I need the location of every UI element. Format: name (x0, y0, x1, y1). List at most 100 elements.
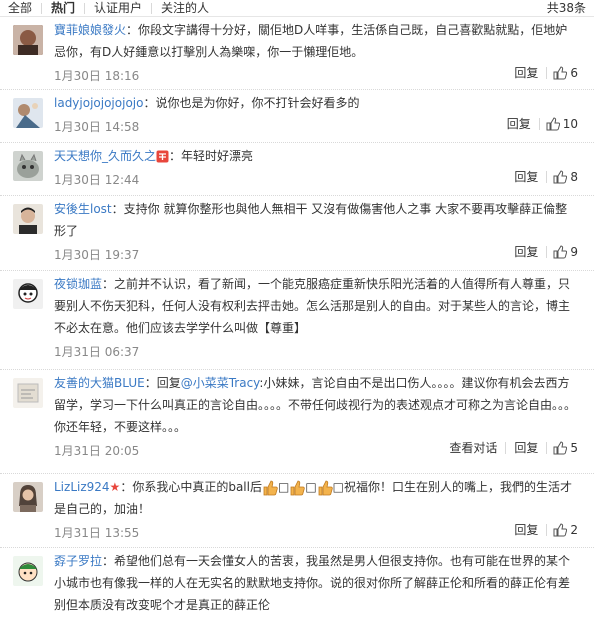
avatar[interactable] (13, 25, 43, 55)
thumbs-up-icon (553, 170, 568, 184)
like-count: 8 (570, 170, 578, 184)
avatar-image (13, 98, 43, 128)
avatar-image (13, 556, 43, 586)
comment-text: LizLiz924★：你系我心中真正的ball后 □ □ □祝福你！口生在别人的嘴上，… (54, 474, 578, 520)
colon: ： (102, 554, 115, 568)
timestamp: 1月30日 18:16 (54, 69, 140, 83)
like-button[interactable]: 6 (547, 66, 578, 80)
emoji-placeholder: □ (305, 480, 317, 494)
reply-button[interactable]: 回复 (506, 244, 546, 260)
username-link[interactable]: 夜锁珈蓝 (54, 277, 102, 291)
avatar[interactable] (13, 378, 43, 408)
username-link[interactable]: LizLiz924 (54, 480, 110, 494)
colon: ： (143, 96, 156, 110)
comment-item: 天天想你_久而久之 ：年轻时好漂亮 1月30日 12:44 回复 8 (0, 143, 594, 196)
vip-badge-icon (156, 150, 169, 163)
thumbs-up-emoji-icon (290, 480, 306, 495)
comment-item: 安後生lost：支持你 就算你整形也與他人無相干 又沒有做傷害他人之事 大家不要… (0, 196, 594, 271)
like-count: 2 (570, 523, 578, 537)
like-button[interactable]: 8 (547, 170, 578, 184)
comment-actions: 回复 8 (506, 169, 578, 185)
comment-total: 共38条 (546, 1, 586, 15)
timestamp: 1月30日 14:58 (54, 120, 140, 134)
tab-verified[interactable]: 认证用户 (85, 0, 151, 16)
like-count: 5 (570, 441, 578, 455)
comment-body: 说你也是为你好，你不打针会好看多的 (155, 96, 360, 110)
avatar-image (13, 279, 43, 309)
comment-text: 孬子罗拉：希望他们总有一天会懂女人的苦衷，我虽然是男人但很支持你。也有可能在世界… (54, 548, 578, 616)
comment-actions: 回复 9 (506, 244, 578, 260)
like-count: 10 (562, 117, 578, 131)
like-count: 9 (570, 245, 578, 259)
mention-link[interactable]: @小菜菜Tracy (181, 376, 260, 390)
comment-actions: 回复 6 (506, 65, 578, 81)
avatar[interactable] (13, 279, 43, 309)
username-link[interactable]: ladyjojojojojojo (54, 96, 143, 110)
comment-item: 孬子罗拉：希望他们总有一天会懂女人的苦衷，我虽然是男人但很支持你。也有可能在世界… (0, 548, 594, 628)
avatar[interactable] (13, 556, 43, 586)
comment-actions: 回复 2 (506, 522, 578, 538)
like-button[interactable]: 2 (547, 523, 578, 537)
colon: ： (144, 376, 157, 390)
username-link[interactable]: 孬子罗拉 (54, 554, 102, 568)
thumbs-up-icon (546, 117, 560, 131)
avatar-image (13, 204, 43, 234)
comment-body: 希望他们总有一天会懂女人的苦衷，我虽然是男人但很支持你。也有可能在世界的某个小城… (54, 554, 571, 612)
comment-item: 寶菲娘娘發火：你段文字講得十分好，關佢地D人咩事，生活係自己既，自己喜歡點就點，… (0, 17, 594, 90)
like-button[interactable]: 9 (547, 245, 578, 259)
timestamp: 1月31日 06:37 (54, 345, 140, 359)
reply-button[interactable]: 回复 (499, 116, 539, 132)
reply-button[interactable]: 回复 (506, 440, 546, 456)
comment-actions: 查看对话 回复 5 (441, 440, 578, 456)
username-link[interactable]: 友善的大猫BLUE (54, 376, 145, 390)
comment-item: 夜锁珈蓝：之前并不认识，看了新闻，一个能克服癌症重新快乐阳光活着的人值得所有人尊… (0, 271, 594, 370)
timestamp: 1月31日 13:55 (54, 526, 140, 540)
colon: ： (120, 480, 133, 494)
like-button[interactable]: 10 (540, 117, 578, 131)
username-link[interactable]: 寶菲娘娘發火 (54, 23, 126, 37)
tab-all[interactable]: 全部 (0, 0, 41, 16)
comment-text: 夜锁珈蓝：之前并不认识，看了新闻，一个能克服癌症重新快乐阳光活着的人值得所有人尊… (54, 271, 578, 339)
comment-body: 支持你 就算你整形也與他人無相干 又沒有做傷害他人之事 大家不要再攻擊薛正倫整形… (54, 202, 568, 238)
timestamp: 1月31日 20:05 (54, 444, 140, 458)
tab-following[interactable]: 关注的人 (152, 0, 218, 16)
avatar[interactable] (13, 204, 43, 234)
reply-button[interactable]: 回复 (506, 522, 546, 538)
timestamp: 1月30日 12:44 (54, 173, 140, 187)
username-link[interactable]: 天天想你_久而久之 (54, 149, 156, 163)
thumbs-up-icon (553, 66, 568, 80)
comment-body: 之前并不认识，看了新闻，一个能克服癌症重新快乐阳光活着的人值得所有人尊重，只要别… (54, 277, 571, 335)
comment-actions: 回复 10 (499, 116, 578, 132)
comment-item: LizLiz924★：你系我心中真正的ball后 □ □ □祝福你！口生在别人的嘴上，… (0, 474, 594, 548)
emoji-placeholder: □ (277, 480, 290, 494)
reply-button[interactable]: 回复 (506, 169, 546, 185)
thumbs-up-emoji-icon (318, 480, 333, 495)
colon: ： (169, 149, 182, 163)
avatar-image (13, 25, 43, 55)
tab-hot[interactable]: 热门 (42, 0, 84, 16)
avatar-image (13, 151, 43, 181)
comment-meta: 1月31日 20:05 查看对话 回复 5 (54, 438, 578, 460)
comment-body: 你系我心中真正的ball后 (132, 480, 262, 494)
timestamp: 1月30日 19:37 (54, 248, 140, 262)
thumbs-up-icon (553, 441, 568, 455)
view-conversation-button[interactable]: 查看对话 (441, 440, 505, 456)
comment-meta: 1月30日 18:16 回复 6 (54, 63, 578, 85)
avatar[interactable] (13, 482, 43, 512)
reply-button[interactable]: 回复 (506, 65, 546, 81)
comment-text: 天天想你_久而久之 ：年轻时好漂亮 (54, 143, 578, 167)
comment-item: 友善的大猫BLUE：回复@小菜菜Tracy:小妹妹，言论自由不是出口伤人。。。。… (0, 370, 594, 474)
comment-text: ladyjojojojojojo：说你也是为你好，你不打针会好看多的 (54, 90, 578, 114)
avatar[interactable] (13, 151, 43, 181)
comment-list: 寶菲娘娘發火：你段文字講得十分好，關佢地D人咩事，生活係自己既，自己喜歡點就點，… (0, 17, 594, 628)
comment-meta: 1月31日 06:37 (54, 339, 578, 361)
avatar-image (13, 378, 43, 408)
avatar-image (13, 482, 43, 512)
avatar[interactable] (13, 98, 43, 128)
filter-tabs: 全部 热门 认证用户 关注的人 共38条 (0, 0, 594, 17)
colon: ： (126, 23, 139, 37)
colon: ： (111, 202, 124, 216)
username-link[interactable]: 安後生lost (54, 202, 112, 216)
like-button[interactable]: 5 (547, 441, 578, 455)
thumbs-up-icon (553, 523, 568, 537)
